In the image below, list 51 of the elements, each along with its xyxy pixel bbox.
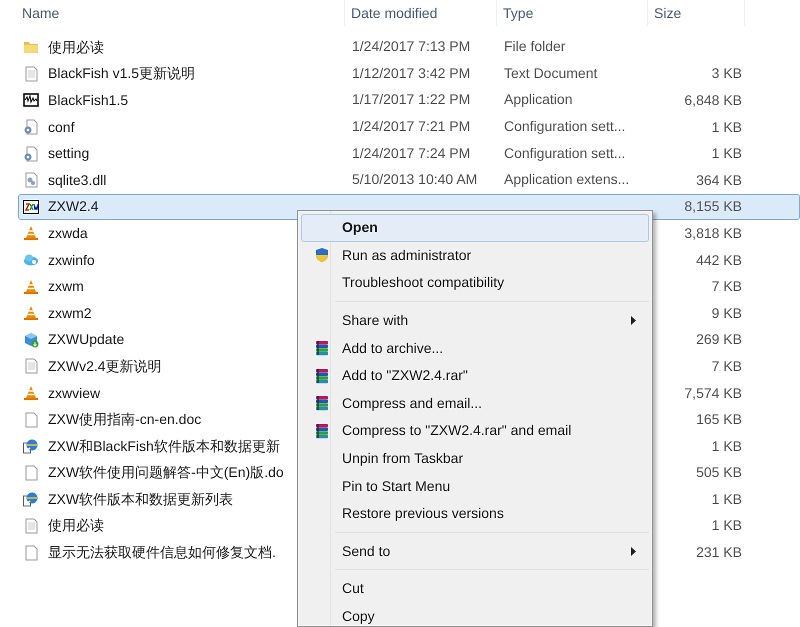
file-name: 使用必读 <box>48 516 104 536</box>
file-name: ZXW使用指南-cn-en.doc <box>48 410 202 430</box>
size-cell-text: 1 KB <box>712 118 742 137</box>
type-cell: Configuration sett... <box>504 118 626 134</box>
date-cell: 1/12/2017 3:42 PM <box>352 64 470 81</box>
size-cell-text: 1 KB <box>712 144 742 164</box>
size-cell-text: 7 KB <box>712 356 742 376</box>
file-name: conf <box>48 118 74 137</box>
file-name: zxwm2 <box>48 304 92 323</box>
type-cell: Application <box>504 91 572 108</box>
size-cell-text: 6,848 KB <box>684 90 742 110</box>
file-name: 显示无法获取硬件信息如何修复文档. <box>48 543 276 562</box>
file-name: ZXWv2.4更新说明 <box>48 356 162 376</box>
file-name: zxwview <box>48 384 100 403</box>
date-cell: 5/10/2013 10:40 AM <box>352 171 478 188</box>
size-cell-text: 442 KB <box>696 250 742 270</box>
size-cell-text: 1 KB <box>712 436 742 456</box>
date-cell: 1/17/2017 1:22 PM <box>352 91 470 108</box>
type-cell: File folder <box>504 38 566 54</box>
file-name: ZXW和BlackFish软件版本和数据更新 <box>48 436 280 456</box>
file-name: ZXW软件版本和数据更新列表 <box>48 490 234 509</box>
size-cell-text: 1 KB <box>712 490 742 509</box>
file-name: zxwinfo <box>48 250 95 270</box>
file-name: zxwm <box>48 277 84 296</box>
size-cell-text: 269 KB <box>696 330 742 350</box>
size-cell-text: 8,155 KB <box>684 197 742 216</box>
size-cell-text: 364 KB <box>696 170 742 190</box>
size-cell-text: 9 KB <box>712 304 742 323</box>
file-name: BlackFish1.5 <box>48 90 128 110</box>
size-cell-text: 165 KB <box>696 410 742 430</box>
file-name: setting <box>48 144 90 164</box>
type-cell: Configuration sett... <box>504 144 626 161</box>
size-cell-text: 7 KB <box>712 277 742 296</box>
type-cell: Text Document <box>504 64 598 81</box>
date-cell: 1/24/2017 7:21 PM <box>352 118 470 134</box>
file-name: sqlite3.dll <box>48 170 106 190</box>
size-cell-text: 7,574 KB <box>684 384 742 403</box>
file-name: ZXW软件使用问题解答-中文(En)版.do <box>48 463 284 482</box>
type-cell: Application extens... <box>504 171 630 188</box>
size-cell-text: 231 KB <box>696 543 742 562</box>
file-name: ZXWUpdate <box>48 330 124 350</box>
size-cell-text: 1 KB <box>712 516 742 536</box>
file-name: BlackFish v1.5更新说明 <box>48 64 196 84</box>
date-cell: 1/24/2017 7:24 PM <box>352 144 470 161</box>
file-name: 使用必读 <box>48 38 104 57</box>
date-cell: 1/24/2017 7:13 PM <box>352 38 470 54</box>
size-cell-text: 505 KB <box>696 463 742 482</box>
size-cell-text: 3 KB <box>712 64 742 84</box>
size-cell-text: 3,818 KB <box>684 224 742 243</box>
file-name: zxwda <box>48 224 88 243</box>
file-name: ZXW2.4 <box>48 197 99 216</box>
